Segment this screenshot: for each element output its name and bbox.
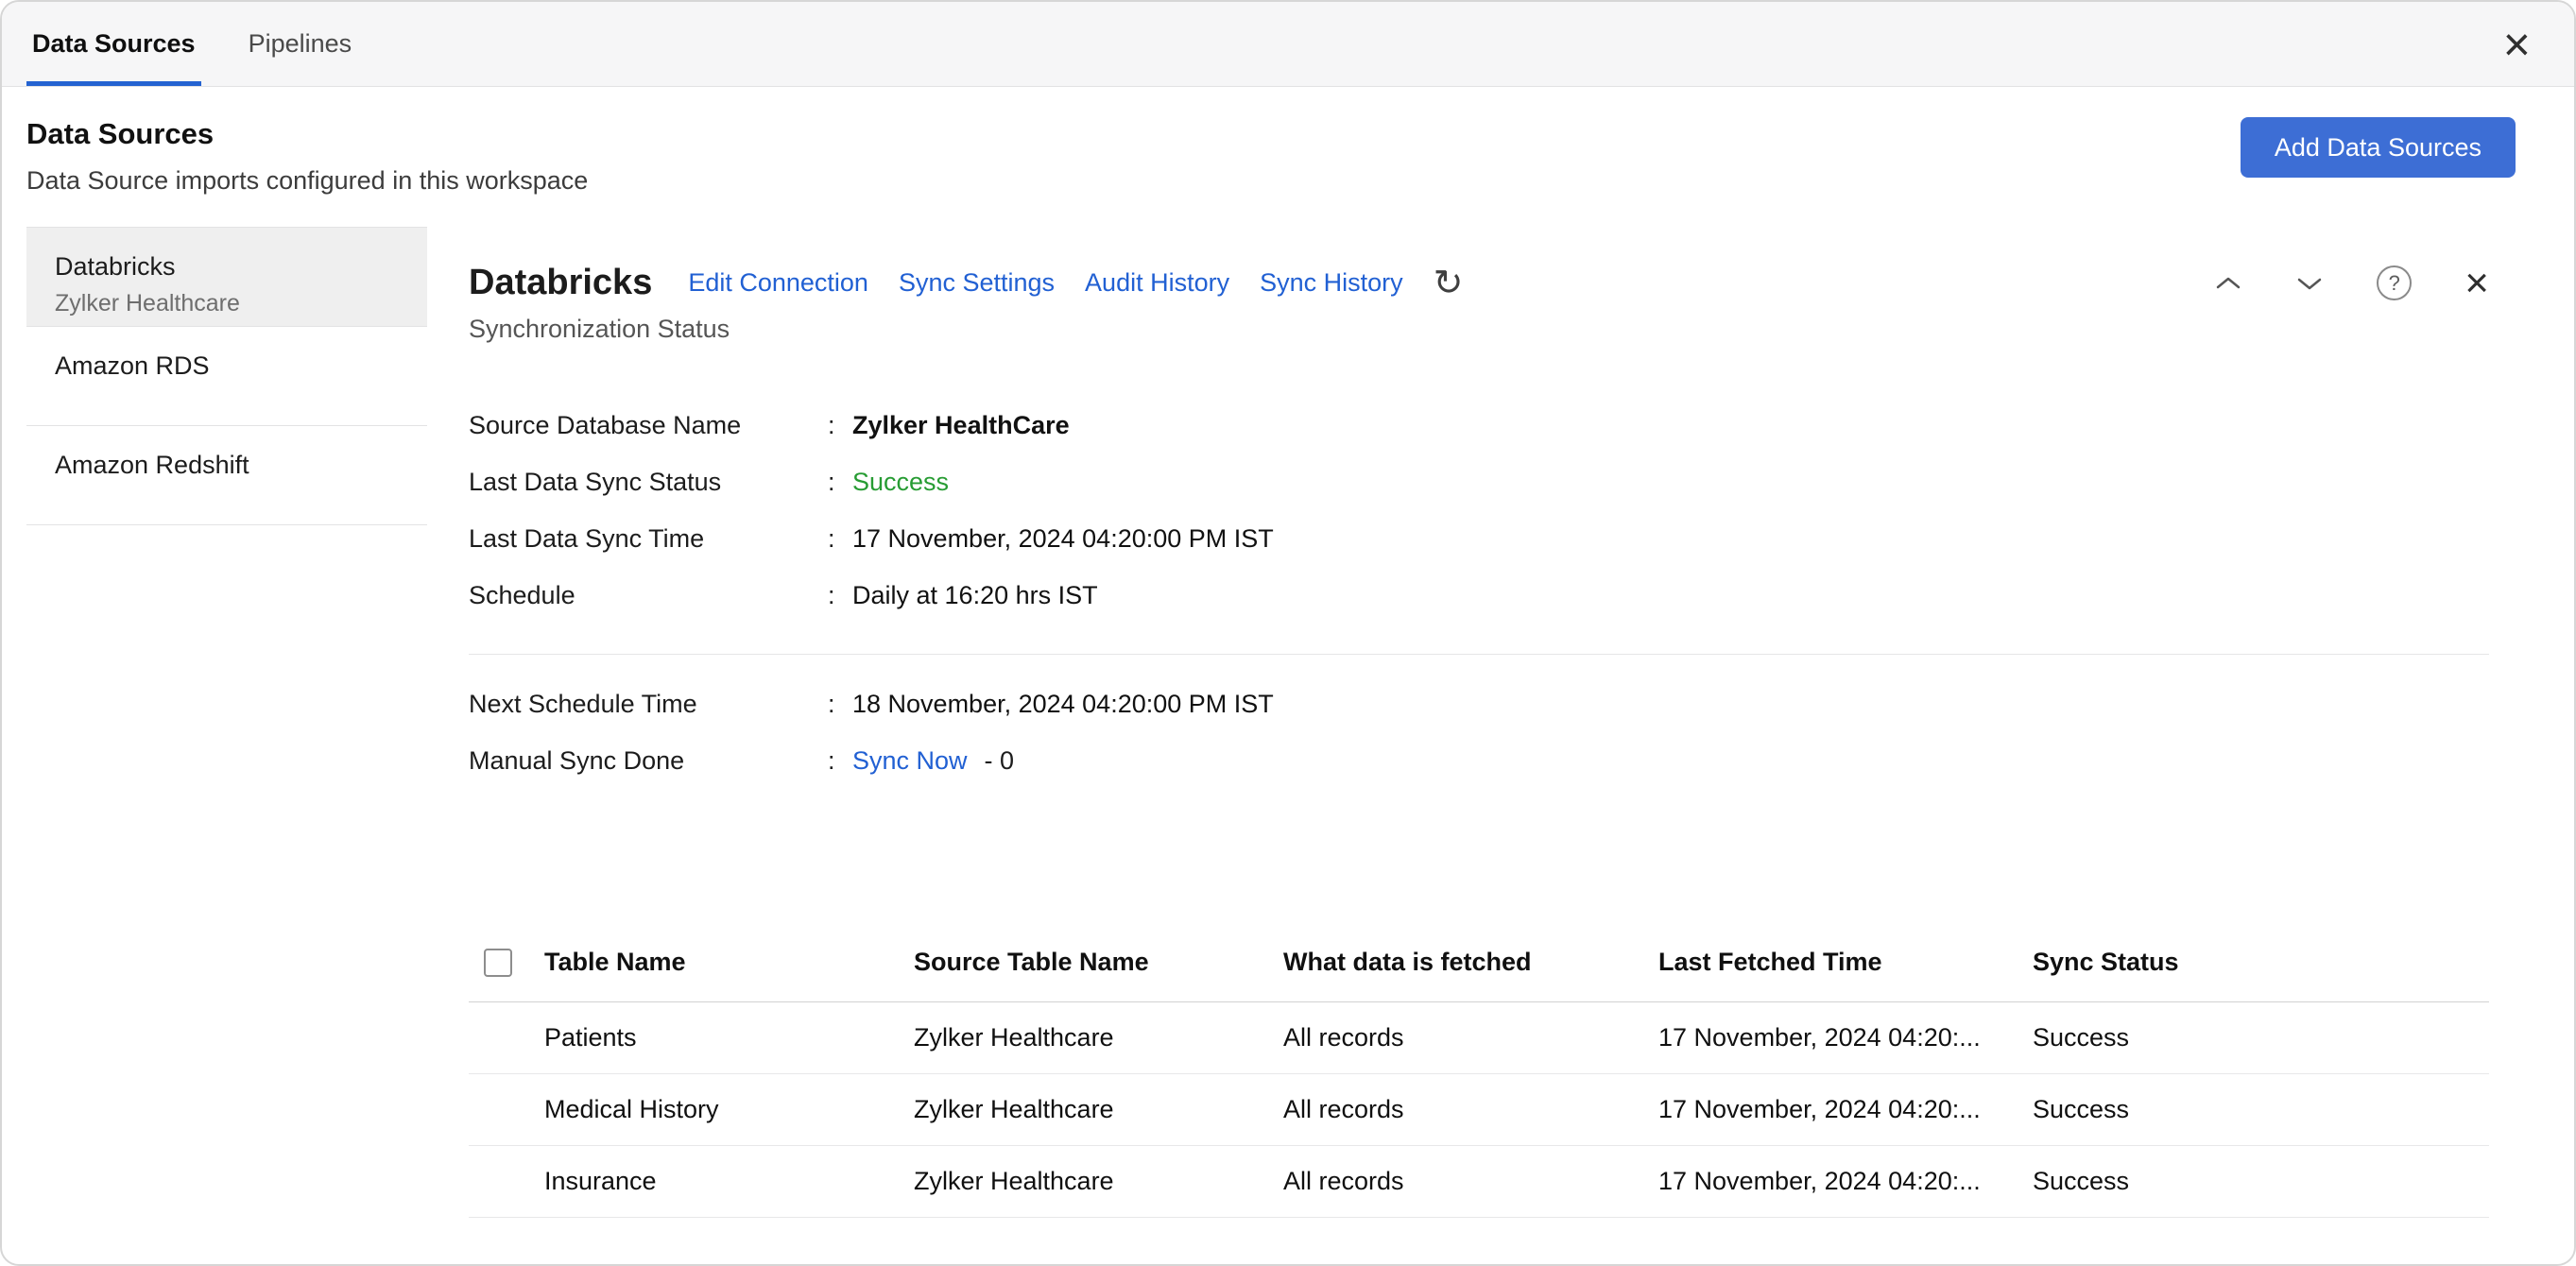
close-icon[interactable]: × bbox=[2503, 21, 2531, 68]
datasource-name: Amazon Redshift bbox=[55, 451, 399, 480]
detail-label: Next Schedule Time bbox=[469, 690, 828, 719]
colon: : bbox=[828, 468, 852, 497]
row-select-cell bbox=[469, 1002, 529, 1074]
section-subtitle: Synchronization Status bbox=[469, 315, 2489, 344]
detail-row-manual-sync: Manual Sync Done : Sync Now - 0 bbox=[469, 732, 2489, 789]
datasource-name: Databricks bbox=[55, 252, 399, 282]
cell-source-table-name: Zylker Healthcare bbox=[899, 1146, 1268, 1218]
detail-value: 18 November, 2024 04:20:00 PM IST bbox=[852, 690, 1274, 719]
cell-last-fetched-time: 17 November, 2024 04:20:... bbox=[1643, 1002, 2018, 1074]
detail-label: Source Database Name bbox=[469, 411, 828, 440]
table-header-row: Table Name Source Table Name What data i… bbox=[469, 931, 2489, 1002]
row-select-cell bbox=[469, 1074, 529, 1146]
next-schedule-details: Next Schedule Time : 18 November, 2024 0… bbox=[469, 676, 2489, 789]
cell-source-table-name: Zylker Healthcare bbox=[899, 1002, 1268, 1074]
sidebar-item-amazon-rds[interactable]: Amazon RDS bbox=[26, 327, 427, 426]
page-header-text: Data Sources Data Source imports configu… bbox=[26, 87, 588, 196]
cell-what-data-is-fetched: All records bbox=[1268, 1146, 1643, 1218]
edit-connection-link[interactable]: Edit Connection bbox=[688, 268, 868, 298]
detail-label: Schedule bbox=[469, 581, 828, 610]
close-panel-icon[interactable]: × bbox=[2464, 263, 2489, 304]
cell-sync-status: Success bbox=[2018, 1074, 2489, 1146]
sidebar-item-amazon-redshift[interactable]: Amazon Redshift bbox=[26, 426, 427, 525]
detail-row-source-database: Source Database Name : Zylker HealthCare bbox=[469, 397, 2489, 453]
detail-titlebar: Databricks Edit Connection Sync Settings… bbox=[469, 263, 2489, 303]
sidebar-item-databricks[interactable]: Databricks Zylker Healthcare bbox=[26, 228, 427, 327]
cell-table-name: Patients bbox=[529, 1002, 899, 1074]
sync-settings-link[interactable]: Sync Settings bbox=[899, 268, 1055, 298]
colon: : bbox=[828, 524, 852, 554]
column-header-last-fetched-time: Last Fetched Time bbox=[1643, 931, 2018, 1002]
tables-sync-table: Table Name Source Table Name What data i… bbox=[469, 931, 2489, 1218]
cell-what-data-is-fetched: All records bbox=[1268, 1002, 1643, 1074]
tab-pipelines[interactable]: Pipelines bbox=[243, 2, 358, 86]
select-all-checkbox[interactable] bbox=[484, 949, 512, 977]
sync-now-link[interactable]: Sync Now bbox=[852, 746, 968, 776]
cell-last-fetched-time: 17 November, 2024 04:20:... bbox=[1643, 1146, 2018, 1218]
cell-sync-status: Success bbox=[2018, 1146, 2489, 1218]
cell-table-name: Medical History bbox=[529, 1074, 899, 1146]
panel-controls: ? × bbox=[2214, 263, 2489, 304]
help-icon[interactable]: ? bbox=[2377, 265, 2412, 300]
status-badge: Success bbox=[852, 468, 949, 497]
cell-source-table-name: Zylker Healthcare bbox=[899, 1074, 1268, 1146]
table-row-medical-history[interactable]: Medical History Zylker Healthcare All re… bbox=[469, 1074, 2489, 1146]
manual-sync-count: - 0 bbox=[985, 746, 1015, 776]
detail-value: 17 November, 2024 04:20:00 PM IST bbox=[852, 524, 1274, 554]
datasource-list: Databricks Zylker Healthcare Amazon RDS … bbox=[26, 227, 427, 1218]
tab-data-sources[interactable]: Data Sources bbox=[26, 2, 201, 86]
detail-row-last-sync-time: Last Data Sync Time : 17 November, 2024 … bbox=[469, 510, 2489, 567]
colon: : bbox=[828, 411, 852, 440]
cell-last-fetched-time: 17 November, 2024 04:20:... bbox=[1643, 1074, 2018, 1146]
table-row-patients[interactable]: Patients Zylker Healthcare All records 1… bbox=[469, 1002, 2489, 1074]
detail-label: Last Data Sync Time bbox=[469, 524, 828, 554]
page-header: Data Sources Data Source imports configu… bbox=[2, 87, 2574, 227]
chevron-down-icon[interactable] bbox=[2295, 275, 2324, 292]
column-header-table-name: Table Name bbox=[529, 931, 899, 1002]
detail-value: Zylker HealthCare bbox=[852, 411, 1070, 440]
content-area: Databricks Zylker Healthcare Amazon RDS … bbox=[2, 227, 2574, 1218]
audit-history-link[interactable]: Audit History bbox=[1085, 268, 1229, 298]
detail-row-schedule: Schedule : Daily at 16:20 hrs IST bbox=[469, 567, 2489, 624]
chevron-up-icon[interactable] bbox=[2214, 275, 2242, 292]
datasource-detail-panel: Databricks Edit Connection Sync Settings… bbox=[427, 227, 2489, 1218]
detail-label: Last Data Sync Status bbox=[469, 468, 828, 497]
refresh-icon[interactable]: ↻ bbox=[1434, 265, 1464, 301]
colon: : bbox=[828, 746, 852, 776]
detail-row-next-schedule: Next Schedule Time : 18 November, 2024 0… bbox=[469, 676, 2489, 732]
column-header-source-table-name: Source Table Name bbox=[899, 931, 1268, 1002]
table-row-insurance[interactable]: Insurance Zylker Healthcare All records … bbox=[469, 1146, 2489, 1218]
page-subtitle: Data Source imports configured in this w… bbox=[26, 166, 588, 196]
colon: : bbox=[828, 581, 852, 610]
cell-sync-status: Success bbox=[2018, 1002, 2489, 1074]
sync-history-link[interactable]: Sync History bbox=[1260, 268, 1403, 298]
cell-table-name: Insurance bbox=[529, 1146, 899, 1218]
detail-value: Daily at 16:20 hrs IST bbox=[852, 581, 1098, 610]
data-sources-modal: Data Sources Pipelines × Data Sources Da… bbox=[0, 0, 2576, 1266]
detail-row-last-sync-status: Last Data Sync Status : Success bbox=[469, 453, 2489, 510]
page-title: Data Sources bbox=[26, 117, 588, 151]
section-divider bbox=[469, 654, 2489, 655]
datasource-name: Amazon RDS bbox=[55, 351, 399, 381]
column-header-sync-status: Sync Status bbox=[2018, 931, 2489, 1002]
tables-table-container: Table Name Source Table Name What data i… bbox=[469, 931, 2489, 1218]
add-data-sources-button[interactable]: Add Data Sources bbox=[2241, 117, 2516, 178]
topbar: Data Sources Pipelines × bbox=[2, 2, 2574, 87]
sync-status-details: Source Database Name : Zylker HealthCare… bbox=[469, 397, 2489, 624]
datasource-title: Databricks bbox=[469, 263, 652, 303]
colon: : bbox=[828, 690, 852, 719]
cell-what-data-is-fetched: All records bbox=[1268, 1074, 1643, 1146]
detail-label: Manual Sync Done bbox=[469, 746, 828, 776]
row-select-cell bbox=[469, 1146, 529, 1218]
datasource-workspace: Zylker Healthcare bbox=[55, 290, 399, 317]
column-header-what-data-is-fetched: What data is fetched bbox=[1268, 931, 1643, 1002]
